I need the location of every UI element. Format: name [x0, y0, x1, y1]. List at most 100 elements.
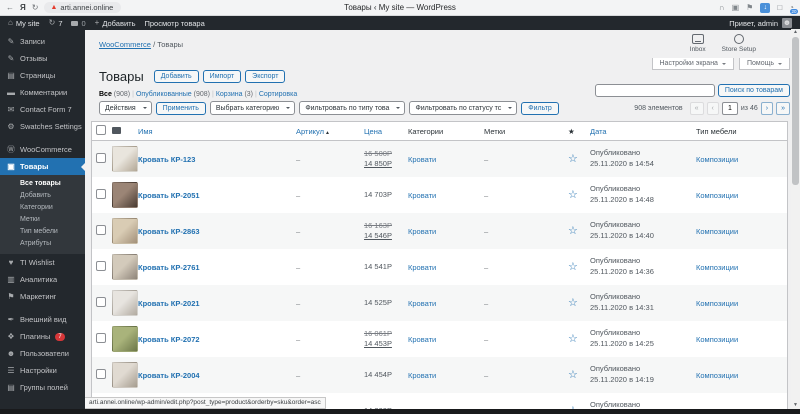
product-name-link[interactable]: Кровать КР-123 [138, 155, 195, 164]
featured-star-icon[interactable]: ☆ [568, 297, 578, 309]
sidebar-item-woocommerce[interactable]: Ⓦ WooCommerce [0, 141, 85, 158]
last-page-button[interactable]: » [776, 102, 790, 115]
furniture-type-link[interactable]: Композиции [696, 299, 738, 308]
admin-bar-view-product[interactable]: Просмотр товара [144, 19, 204, 28]
product-name-link[interactable]: Кровать КР-2051 [138, 191, 200, 200]
current-page-input[interactable] [721, 102, 738, 115]
sort-by-price[interactable]: Цена [364, 127, 382, 136]
row-checkbox[interactable] [96, 369, 106, 379]
row-checkbox[interactable] [96, 189, 106, 199]
furniture-type-link[interactable]: Композиции [696, 227, 738, 236]
furniture-type-link[interactable]: Композиции [696, 263, 738, 272]
featured-star-icon[interactable]: ☆ [568, 225, 578, 237]
category-link[interactable]: Кровати [408, 299, 436, 308]
inbox-button[interactable]: Inbox [690, 34, 706, 53]
product-thumbnail[interactable] [112, 326, 138, 352]
greeting-text[interactable]: Привет, admin [729, 19, 778, 28]
address-bar[interactable]: ▲ arti.annei.online [44, 2, 122, 13]
product-thumbnail[interactable] [112, 254, 138, 280]
product-thumbnail[interactable] [112, 182, 138, 208]
sidebar-item-analytics[interactable]: ▥ Аналитика [0, 271, 85, 288]
view-filter-1[interactable]: Опубликованные [136, 91, 192, 98]
scroll-up-icon[interactable]: ▲ [793, 29, 798, 36]
sidebar-item-contact-form-7[interactable]: ✉ Contact Form 7 [0, 101, 85, 118]
admin-bar-comments[interactable]: 0 [71, 19, 86, 28]
sidebar-item-users[interactable]: ☻ Пользователи [0, 345, 85, 362]
category-select[interactable]: Выбрать категорию [209, 101, 296, 115]
sidebar-item-settings[interactable]: ☰ Настройки [0, 362, 85, 379]
view-filter-2[interactable]: Корзина [216, 91, 243, 98]
submenu-item-categories[interactable]: Категории [0, 201, 85, 213]
sidebar-item-marketing[interactable]: ⚑ Маркетинг [0, 288, 85, 305]
row-checkbox[interactable] [96, 153, 106, 163]
submenu-item-attributes[interactable]: Атрибуты [0, 237, 85, 249]
featured-star-icon[interactable]: ☆ [568, 333, 578, 345]
product-name-link[interactable]: Кровать КР-2021 [138, 299, 200, 308]
admin-bar-new[interactable]: + Добавить [95, 19, 136, 28]
sidebar-item-ti-wishlist[interactable]: ♥ TI Wishlist [0, 254, 85, 271]
sort-by-name[interactable]: Имя [138, 127, 153, 136]
featured-star-icon[interactable]: ☆ [568, 153, 578, 165]
row-checkbox[interactable] [96, 261, 106, 271]
help-tab[interactable]: Помощь [738, 58, 790, 70]
chat-extension-icon[interactable]: □ [777, 3, 782, 12]
admin-bar-site[interactable]: ⌂ My site [8, 19, 40, 28]
downloads-icon[interactable]: ↓ [760, 2, 771, 13]
view-filter-0[interactable]: Все [99, 91, 112, 98]
featured-star-icon[interactable]: ☆ [568, 189, 578, 201]
bulk-actions-select[interactable]: Действия [99, 101, 152, 115]
view-filter-3[interactable]: Сортировка [259, 91, 297, 98]
furniture-type-link[interactable]: Композиции [696, 335, 738, 344]
submenu-item-furniture-type[interactable]: Тип мебели [0, 225, 85, 237]
refresh-icon[interactable]: ↻ [32, 3, 39, 12]
product-thumbnail[interactable] [112, 218, 138, 244]
panel-icon[interactable]: ▣ [732, 3, 740, 12]
category-link[interactable]: Кровати [408, 263, 436, 272]
featured-star-icon[interactable]: ☆ [568, 261, 578, 273]
furniture-type-link[interactable]: Композиции [696, 191, 738, 200]
product-name-link[interactable]: Кровать КР-2072 [138, 335, 200, 344]
sidebar-item-swatches-settings[interactable]: ⚙ Swatches Settings [0, 118, 85, 135]
sidebar-item-posts[interactable]: ✎ Записи [0, 33, 85, 50]
category-link[interactable]: Кровати [408, 227, 436, 236]
profile-icon[interactable]: ◔ 20 [789, 3, 798, 14]
submenu-item-all-products[interactable]: Все товары [0, 177, 85, 189]
sidebar-item-field-groups[interactable]: ▤ Группы полей [0, 379, 85, 396]
sidebar-item-plugins[interactable]: ❖ Плагины 7 [0, 328, 85, 345]
yandex-browser-icon[interactable]: Я [20, 3, 26, 12]
headset-icon[interactable]: ∩ [719, 3, 725, 12]
back-icon[interactable]: ← [6, 3, 14, 12]
add-product-button[interactable]: Добавить [153, 70, 199, 83]
product-name-link[interactable]: Кровать КР-2761 [138, 263, 200, 272]
featured-star-icon[interactable]: ☆ [568, 369, 578, 381]
sidebar-item-appearance[interactable]: ✒ Внешний вид [0, 311, 85, 328]
sidebar-item-reviews[interactable]: ✎ Отзывы [0, 50, 85, 67]
sort-by-date[interactable]: Дата [590, 127, 607, 136]
product-name-link[interactable]: Кровать КР-2863 [138, 227, 200, 236]
scroll-down-icon[interactable]: ▼ [793, 402, 798, 409]
screen-options-tab[interactable]: Настройки экрана [651, 58, 734, 70]
filter-button[interactable]: Фильтр [521, 101, 559, 115]
row-checkbox[interactable] [96, 333, 106, 343]
product-thumbnail[interactable] [112, 362, 138, 388]
submenu-item-product-tags[interactable]: Метки [0, 213, 85, 225]
product-thumbnail[interactable] [112, 290, 138, 316]
category-link[interactable]: Кровати [408, 191, 436, 200]
furniture-type-link[interactable]: Композиции [696, 155, 738, 164]
product-type-select[interactable]: Фильтровать по типу това [299, 101, 406, 115]
store-setup-button[interactable]: Store Setup [722, 34, 756, 53]
sidebar-item-pages[interactable]: ▤ Страницы [0, 67, 85, 84]
row-checkbox[interactable] [96, 225, 106, 235]
export-button[interactable]: Экспорт [245, 70, 286, 83]
search-input[interactable] [594, 84, 715, 97]
category-link[interactable]: Кровати [408, 371, 436, 380]
scrollbar-thumb[interactable] [792, 37, 799, 185]
select-all-checkbox[interactable] [96, 125, 106, 135]
submenu-item-add-product[interactable]: Добавить [0, 189, 85, 201]
apply-button[interactable]: Применить [155, 101, 206, 115]
sidebar-item-comments[interactable]: ▬ Комментарии [0, 84, 85, 101]
vertical-scrollbar[interactable]: ▲ ▼ [791, 29, 800, 409]
furniture-type-link[interactable]: Композиции [696, 371, 738, 380]
category-link[interactable]: Кровати [408, 335, 436, 344]
bookmark-icon[interactable]: ⚑ [746, 3, 753, 12]
